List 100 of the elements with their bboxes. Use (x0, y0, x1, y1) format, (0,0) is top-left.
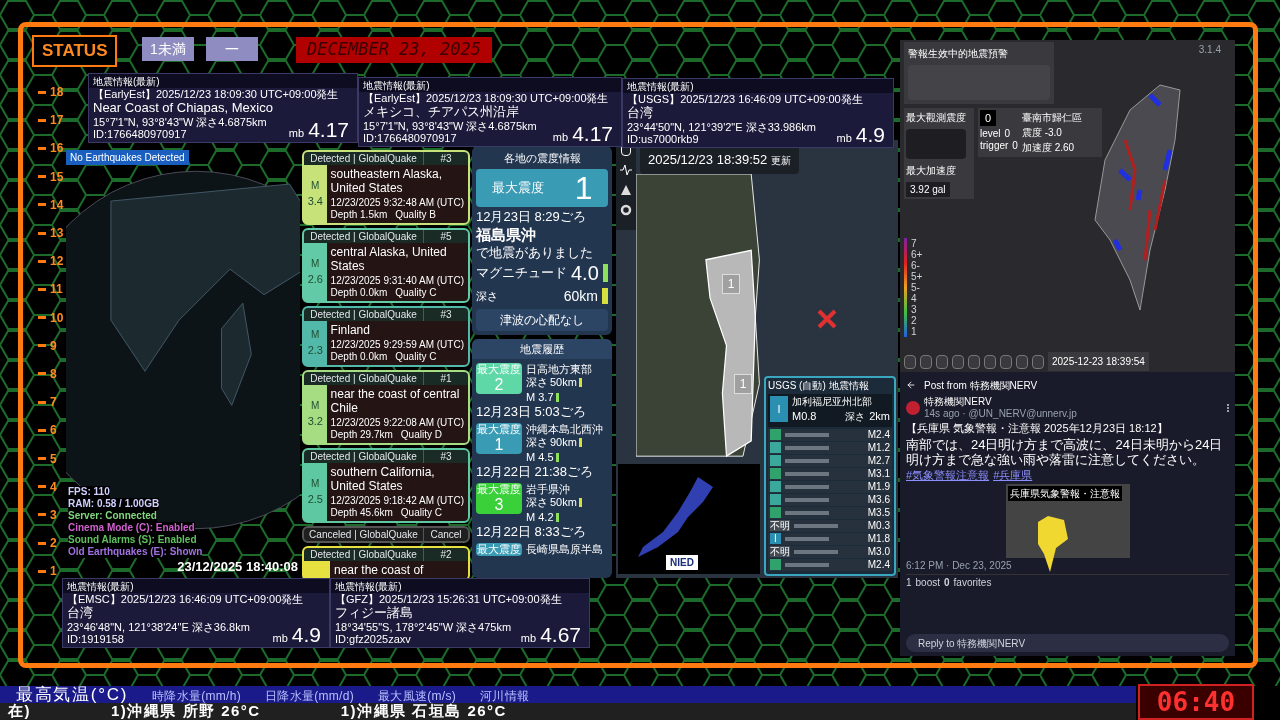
quake-card[interactable]: Detected | GlobalQuake #3 M 2.5 southern California, United States 12/23/2025 9:18:42 AM (UTC) Depth 45.6km Quality C (302, 448, 470, 523)
ruler-tick (38, 372, 46, 376)
ticker-tab[interactable]: 日降水量(mm/d) (265, 689, 354, 703)
intensity-scale-bar-icon (904, 238, 907, 337)
hashtag-link[interactable]: #兵庫県 (993, 469, 1033, 482)
magnitude-value: 3.2 (307, 414, 323, 430)
magnitude-value: 2.6 (307, 272, 323, 288)
magnitude-value: M3.5 (867, 506, 890, 519)
reply-field[interactable]: Reply to 特務機関NERV (906, 634, 1229, 652)
date-display: DECEMBER 23, 2025 (296, 37, 492, 63)
post-header: Post from 特務機関NERV (924, 378, 1038, 393)
toolbar-icon[interactable] (1016, 354, 1028, 369)
depth-bar-icon (578, 438, 582, 447)
pulse-icon[interactable] (620, 164, 632, 176)
toolbar-icon[interactable] (968, 354, 980, 369)
ruler-tick (38, 287, 46, 291)
ruler-number: 13 (50, 225, 65, 243)
card-rank: #1 (440, 373, 452, 384)
row-detail-icon (785, 536, 829, 541)
magnitude-value: M1.9 (867, 480, 890, 493)
toolbar-icon[interactable] (1000, 354, 1012, 369)
post-title: 【兵庫県 気象警報・注意報 2025年12月23日 18:12】 (906, 422, 1168, 435)
toolbar-icon[interactable] (936, 354, 948, 369)
magnitude-label: M (311, 328, 320, 343)
ruler-number: 12 (50, 253, 65, 271)
level-label: level (980, 128, 1001, 140)
intensity-badge: 最大震度 1 (476, 423, 522, 454)
quake-card[interactable]: Detected | GlobalQuake #3 M 2.3 Finland 12/23/2025 9:29:59 AM (UTC) Depth 0.0km Quality C (302, 306, 470, 367)
row-detail-icon (785, 484, 829, 489)
ticker-tab[interactable]: 河川情報 (480, 689, 530, 703)
coordinates: 23°44'50"N, 121°39'2"E 深さ33.986km (627, 121, 816, 133)
source-line: 【USGS】2025/12/23 16:46:09 UTC+09:00発生 (627, 93, 863, 105)
intensity-display (906, 129, 966, 159)
event-quality: Quality B (395, 209, 436, 221)
event-quality: Quality D (400, 429, 442, 441)
region-name: near the coast of central Chile (330, 386, 461, 417)
event-id: ID:1919158 (67, 633, 124, 645)
magnitude-value: M 3.7 (526, 391, 554, 404)
card-rank: #3 (440, 153, 452, 164)
depth-value: 50km (550, 376, 577, 389)
magnitude-label: M (311, 399, 320, 414)
trigger-label: trigger (980, 140, 1009, 152)
ruler-tick (38, 175, 46, 179)
toolbar-icon[interactable] (920, 354, 932, 369)
quake-card[interactable]: Detected | GlobalQuake #1 M 3.2 near the coast of central Chile 12/23/2025 9:22:08 AM (UTC) Depth 29.7km Quality D (302, 370, 470, 445)
update-time: 2025/12/23 18:39:52 更新 (640, 146, 799, 174)
image-title: 兵庫県気象警報・注意報 (1007, 486, 1122, 501)
card-status: Detected | GlobalQuake (310, 373, 417, 384)
scale-label: 5+ (911, 271, 923, 282)
card-rank: #3 (440, 451, 452, 462)
card-status: Detected | GlobalQuake (310, 153, 417, 164)
event-time: 12月23日 5:03ごろ (476, 404, 587, 419)
ruler-number: 18 (50, 84, 65, 102)
quake-card[interactable]: Detected | GlobalQuake #2 near the coast of (302, 546, 470, 578)
hashtag-link[interactable]: #気象警報注意報 (906, 469, 990, 482)
magnitude-label: M (311, 257, 320, 272)
ruler-tick (38, 457, 46, 461)
event-quality: Quality C (395, 287, 437, 299)
magnitude-value: M3.6 (867, 493, 890, 506)
card-status: Canceled | GlobalQuake (309, 529, 418, 540)
max-acceleration-label: 最大加速度 (906, 164, 956, 178)
toolbar-icon[interactable] (1032, 354, 1044, 369)
warning-icon[interactable] (620, 184, 632, 196)
quake-row[interactable]: M2.4 (768, 428, 892, 442)
quake-card[interactable]: Detected | GlobalQuake #5 M 2.6 central Alaska, United States 12/23/2025 9:31:40 AM (UTC) Depth 0.0km Quality C (302, 228, 470, 303)
ticker-tab[interactable]: 最大風速(m/s) (378, 689, 457, 703)
ruler-tick (38, 146, 46, 150)
scale-label: 2 (911, 315, 917, 326)
ruler-tick (38, 541, 46, 545)
event-depth: Depth 0.0km (330, 287, 388, 299)
magnitude-value: M2.4 (867, 428, 890, 441)
toolbar-icon[interactable] (984, 354, 996, 369)
ruler-number: 17 (50, 112, 65, 130)
place-name: 台湾 (67, 605, 93, 620)
row-detail-icon (785, 445, 829, 450)
scale-label: 5- (911, 282, 920, 293)
epicenter-cross-icon (816, 308, 838, 330)
region-name: near the coast of (334, 562, 424, 578)
magnitude-value: M2.7 (867, 454, 890, 467)
card-rank: #2 (440, 549, 452, 560)
ruler-number: 14 (50, 196, 65, 214)
depth-label: 深さ (845, 410, 866, 424)
toolbar-icon[interactable] (952, 354, 964, 369)
place-name: Near Coast of Chiapas, Mexico (93, 100, 273, 115)
event-id: ID:us7000rkb9 (627, 133, 699, 145)
intensity-badge: I (770, 533, 781, 544)
canceled-quake-card[interactable]: Canceled | GlobalQuake Cancel (302, 526, 470, 543)
quake-card[interactable]: Detected | GlobalQuake #3 M 3.4 southeastern Alaska, United States 12/23/2025 9:32:48 AM (UTC) Depth 1.5km Quality B (302, 150, 470, 225)
back-arrow-icon[interactable] (906, 380, 916, 390)
ruler-tick (38, 569, 46, 573)
station-acceleration: 加速度 2.60 (1021, 141, 1075, 155)
map-timestamp: 2025-12-23 18:39:54 (1048, 352, 1149, 371)
event-quality: Quality C (400, 507, 442, 519)
depth-bar-icon (578, 378, 582, 387)
ticker-tab[interactable]: 最高気温(°C) (16, 686, 128, 703)
magnitude-value: M3.1 (867, 467, 890, 480)
event-quality: Quality C (395, 351, 437, 363)
ticker-tab[interactable]: 時降水量(mm/h) (152, 689, 241, 703)
source-line: 【GFZ】2025/12/23 15:26:31 UTC+09:00発生 (335, 593, 562, 605)
ruler-number: 8 (50, 365, 58, 383)
